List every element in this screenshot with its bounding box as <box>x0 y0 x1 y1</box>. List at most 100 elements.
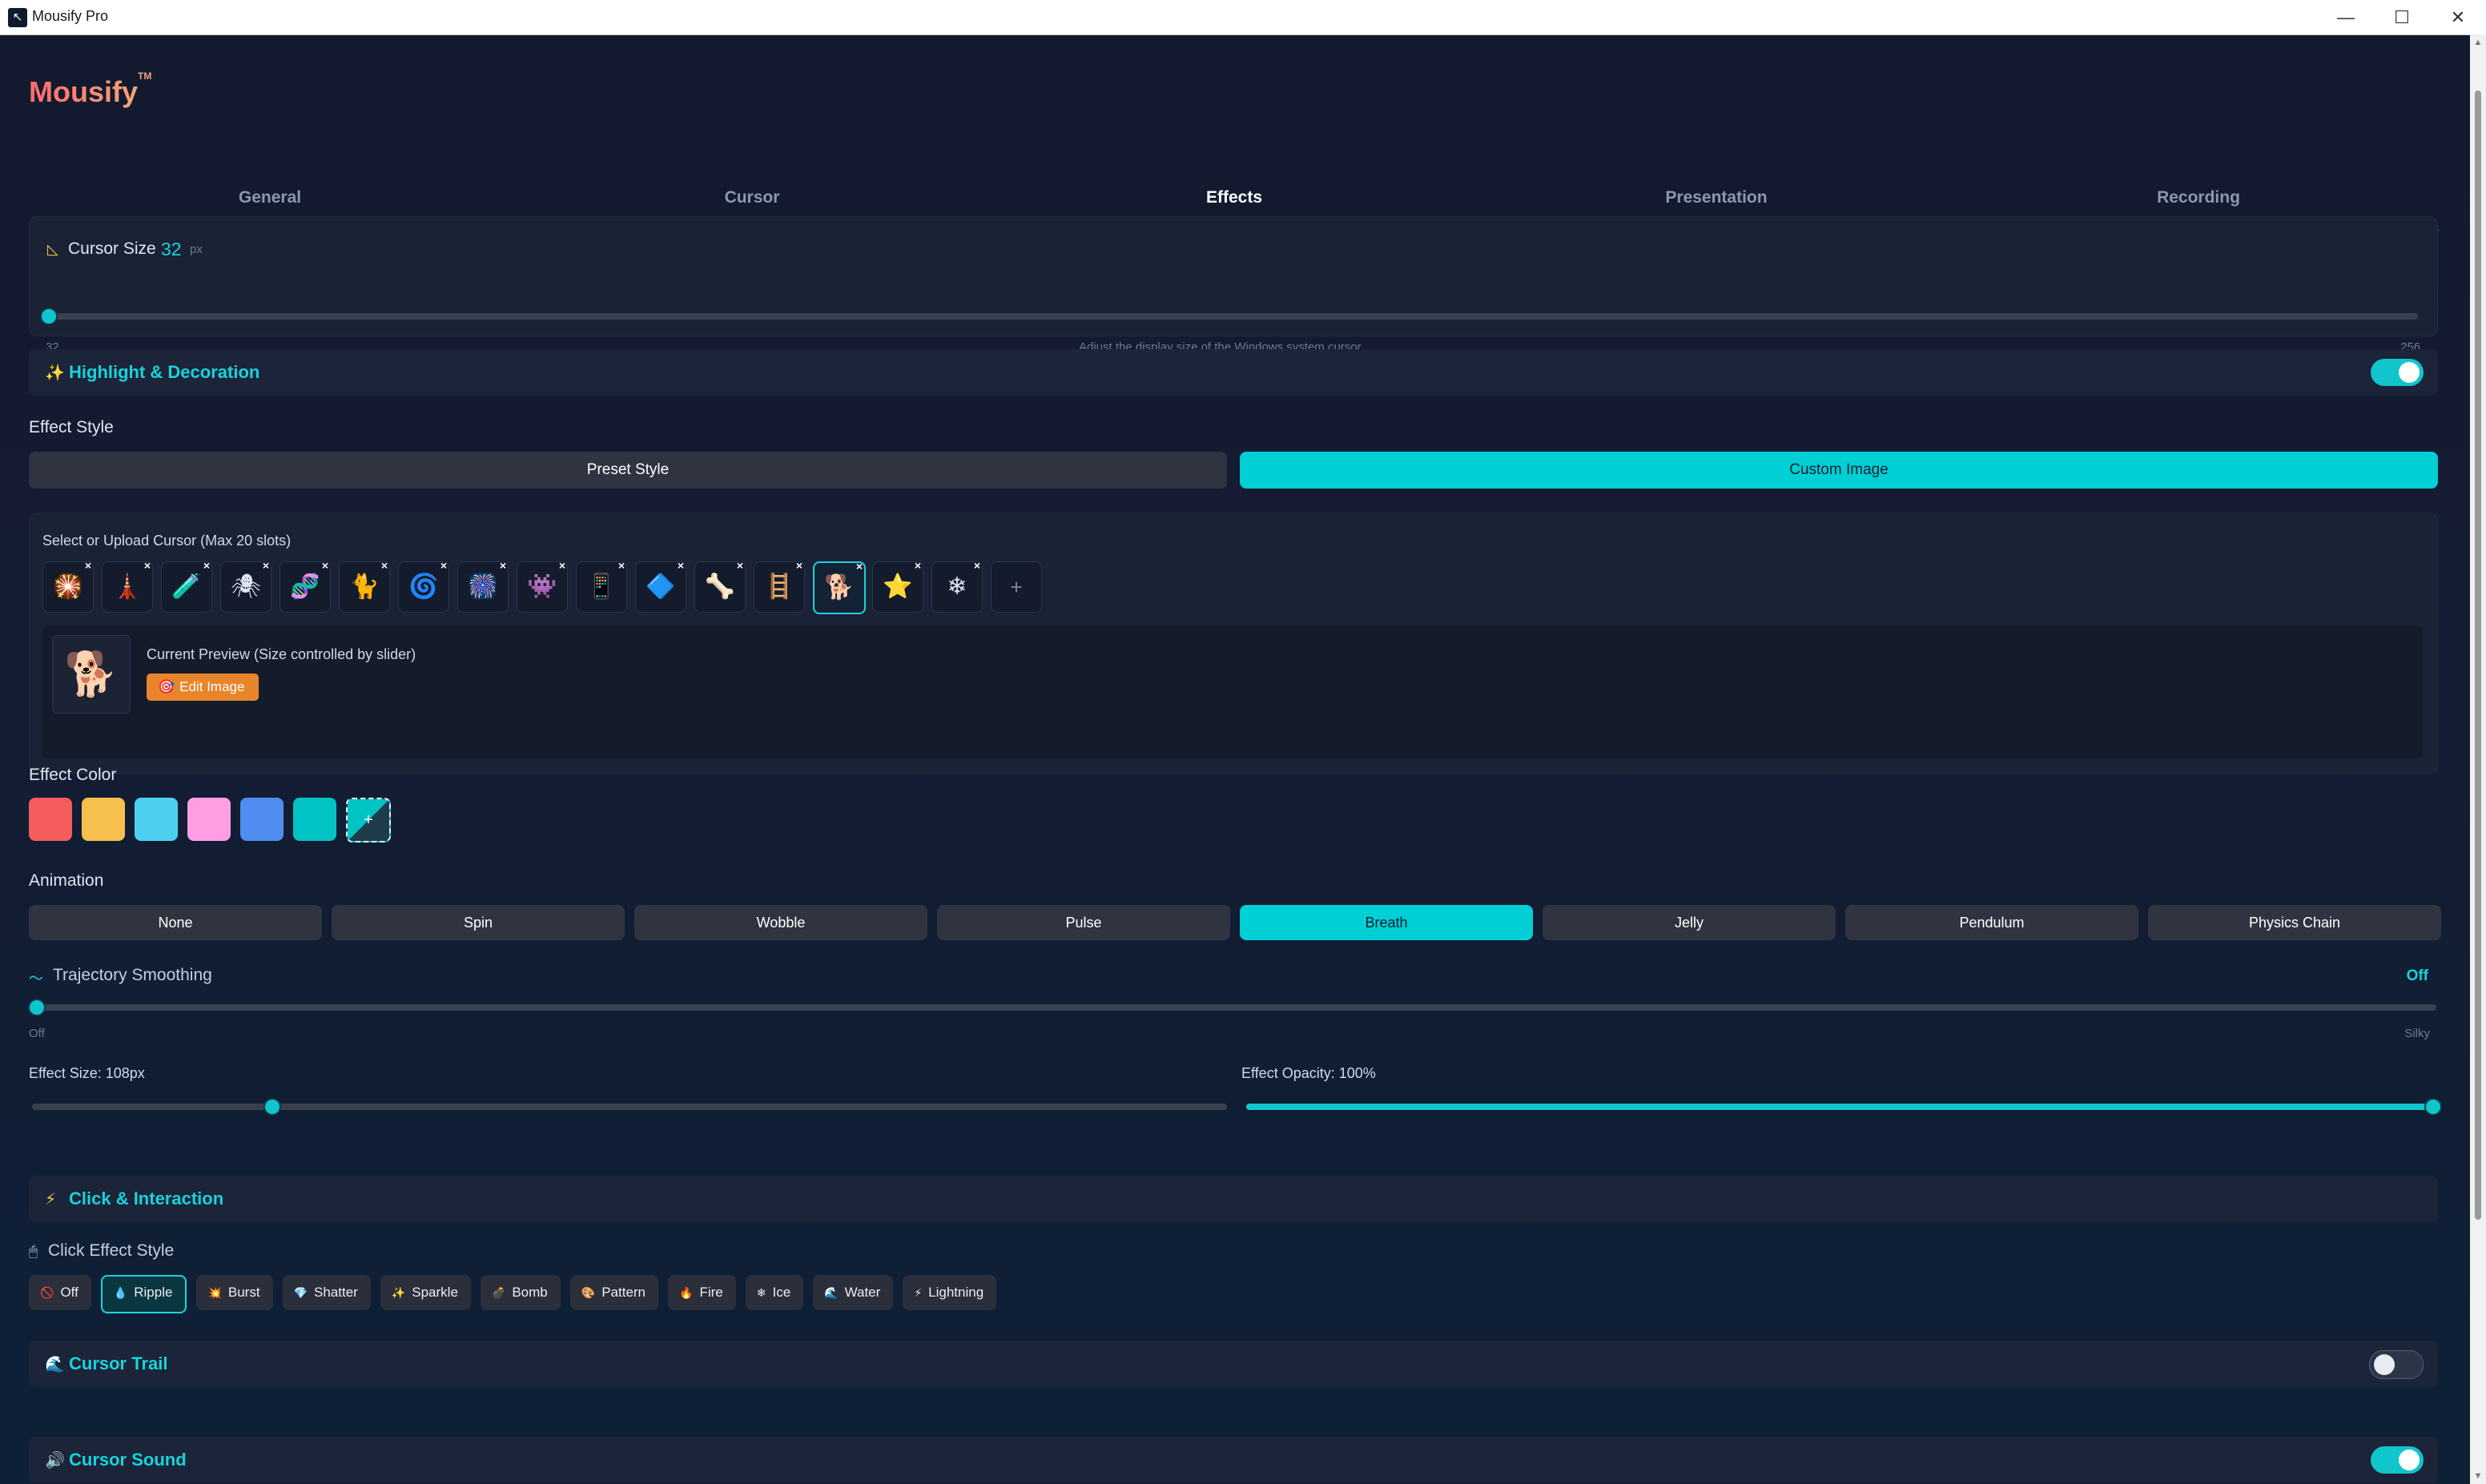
cursor-slot-image: 🎆 <box>468 573 498 600</box>
animation-option-none[interactable]: None <box>29 905 322 940</box>
highlight-decoration-header[interactable]: ✨ Highlight & Decoration <box>29 349 2438 396</box>
remove-slot-icon[interactable]: × <box>203 559 210 572</box>
click-interaction-header[interactable]: ⚡ Click & Interaction <box>29 1176 2438 1222</box>
remove-slot-icon[interactable]: × <box>381 559 388 572</box>
cursor-slot-image: 📱 <box>586 573 617 600</box>
remove-slot-icon[interactable]: × <box>500 559 506 572</box>
scrollbar-thumb[interactable] <box>2475 90 2481 1220</box>
remove-slot-icon[interactable]: × <box>678 559 684 572</box>
click-effect-options: 🚫 Off 💧 Ripple 💥 Burst 💎 Shatter ✨ Sparkle 💣 Bomb 🎨 P… <box>29 1275 1230 1313</box>
remove-slot-icon[interactable]: × <box>85 559 91 572</box>
remove-slot-icon[interactable]: × <box>737 559 743 572</box>
custom-image-button[interactable]: Custom Image <box>1240 452 2438 489</box>
cursor-slot[interactable]: ❄ × <box>931 559 983 613</box>
click-effect-off[interactable]: 🚫 Off <box>29 1275 91 1310</box>
lightning-icon: ⚡ <box>914 1286 923 1299</box>
cursor-slot[interactable]: 🕷 × <box>220 559 272 613</box>
color-swatch[interactable] <box>187 798 231 841</box>
click-effect-shatter[interactable]: 💎 Shatter <box>282 1275 371 1310</box>
animation-options: None Spin Wobble Pulse Breath Jelly Pendulum Ph… <box>29 905 2441 942</box>
click-effect-label: Sparkle <box>412 1285 458 1300</box>
cursor-slot[interactable]: 🌀 × <box>398 559 449 613</box>
click-effect-water[interactable]: 🌊 Water <box>813 1275 894 1310</box>
remove-slot-icon[interactable]: × <box>856 560 863 573</box>
window-title: Mousify Pro <box>32 8 109 24</box>
cursor-size-slider[interactable] <box>40 308 2418 325</box>
color-swatch[interactable] <box>240 798 284 841</box>
trajectory-slider-thumb[interactable] <box>28 999 46 1016</box>
close-icon[interactable]: ✕ <box>2430 0 2486 34</box>
animation-option-pendulum[interactable]: Pendulum <box>1845 905 2138 940</box>
cursor-slot[interactable]: 🎇 × <box>42 559 94 613</box>
animation-option-physics-chain[interactable]: Physics Chain <box>2148 905 2441 940</box>
animation-option-pulse[interactable]: Pulse <box>937 905 1230 940</box>
cursor-slot[interactable]: 🧪 × <box>161 559 212 613</box>
remove-slot-icon[interactable]: × <box>974 559 980 572</box>
highlight-decoration-toggle[interactable] <box>2371 359 2424 386</box>
wave-icon: 🌊 <box>45 1356 65 1373</box>
preset-style-button[interactable]: Preset Style <box>29 452 1227 489</box>
cursor-slot[interactable]: 👾 × <box>517 559 568 613</box>
scroll-down-icon[interactable]: ▼ <box>2472 1471 2484 1481</box>
cursor-slot[interactable]: 🗼 × <box>102 559 153 613</box>
remove-slot-icon[interactable]: × <box>263 559 269 572</box>
color-swatch[interactable] <box>135 798 178 841</box>
cursor-slot[interactable]: 🎆 × <box>457 559 509 613</box>
color-swatch[interactable] <box>293 798 336 841</box>
add-slot-button[interactable]: + <box>991 561 1042 613</box>
animation-option-wobble[interactable]: Wobble <box>634 905 927 940</box>
remove-slot-icon[interactable]: × <box>559 559 565 572</box>
cursor-slots: 🎇 × 🗼 × 🧪 × 🕷 × 🧬 × 🐈 × 🌀 × 🎆 × 👾 × 📱 × 🔷 × 🦴 × 🪜 × 🐕 × ⭐ × ❄ × + <box>42 559 1164 614</box>
cursor-trail-header[interactable]: 🌊 Cursor Trail <box>29 1341 2438 1387</box>
cursor-size-slider-thumb[interactable] <box>40 308 58 325</box>
animation-option-jelly[interactable]: Jelly <box>1543 905 1836 940</box>
click-effect-bomb[interactable]: 💣 Bomb <box>480 1275 561 1310</box>
remove-slot-icon[interactable]: × <box>796 559 803 572</box>
cursor-slot[interactable]: 🦴 × <box>694 559 746 613</box>
sparkles-icon: ✨ <box>45 364 65 382</box>
cursor-slot[interactable]: 📱 × <box>576 559 627 613</box>
effect-opacity-slider[interactable] <box>1246 1098 2442 1116</box>
effect-size-slider[interactable] <box>32 1098 1227 1116</box>
color-swatch[interactable] <box>29 798 72 841</box>
click-effect-sparkle[interactable]: ✨ Sparkle <box>380 1275 471 1310</box>
cursor-slot[interactable]: 🧬 × <box>280 559 331 613</box>
remove-slot-icon[interactable]: × <box>440 559 447 572</box>
cursor-slot[interactable]: 🔷 × <box>635 559 686 613</box>
custom-color-button[interactable]: + <box>346 798 391 843</box>
click-effect-lightning[interactable]: ⚡ Lightning <box>903 1275 997 1310</box>
remove-slot-icon[interactable]: × <box>322 559 328 572</box>
cursor-sound-toggle[interactable] <box>2371 1446 2424 1474</box>
click-interaction-title: Click & Interaction <box>69 1188 224 1209</box>
click-effect-fire[interactable]: 🔥 Fire <box>668 1275 736 1310</box>
minimize-icon[interactable]: — <box>2318 0 2374 34</box>
click-effect-ice[interactable]: ❄ Ice <box>745 1275 804 1310</box>
animation-option-breath[interactable]: Breath <box>1240 905 1533 940</box>
remove-slot-icon[interactable]: × <box>144 559 151 572</box>
scrollbar[interactable]: ▲ ▼ <box>2470 34 2486 1484</box>
cursor-sound-title: Cursor Sound <box>69 1450 187 1470</box>
click-effect-label: Fire <box>699 1285 723 1300</box>
edit-image-button[interactable]: 🎯 Edit Image <box>147 674 259 701</box>
cursor-slot[interactable]: 🪜 × <box>754 559 805 613</box>
trajectory-icon: 〜 <box>29 971 43 987</box>
cursor-slot[interactable]: 🐈 × <box>339 559 390 613</box>
cursor-sound-header[interactable]: 🔊 Cursor Sound <box>29 1437 2438 1483</box>
effect-size-slider-thumb[interactable] <box>263 1098 282 1116</box>
cursor-slot[interactable]: ⭐ × <box>872 559 923 613</box>
trajectory-slider[interactable] <box>28 999 2436 1016</box>
scroll-up-icon[interactable]: ▲ <box>2472 38 2484 47</box>
cursor-slot[interactable]: 🐕 × <box>813 560 866 614</box>
click-effect-ripple[interactable]: 💧 Ripple <box>100 1275 187 1313</box>
click-effect-burst[interactable]: 💥 Burst <box>196 1275 273 1310</box>
cursor-trail-toggle[interactable] <box>2369 1350 2424 1379</box>
remove-slot-icon[interactable]: × <box>618 559 625 572</box>
animation-option-spin[interactable]: Spin <box>332 905 625 940</box>
maximize-icon[interactable]: ☐ <box>2374 0 2430 34</box>
click-effect-pattern[interactable]: 🎨 Pattern <box>569 1275 659 1310</box>
cursor-slot-image: 🧬 <box>290 573 320 600</box>
effect-style-label: Effect Style <box>29 418 114 436</box>
color-swatch[interactable] <box>82 798 125 841</box>
remove-slot-icon[interactable]: × <box>915 559 921 572</box>
effect-opacity-slider-thumb[interactable] <box>2424 1098 2442 1116</box>
